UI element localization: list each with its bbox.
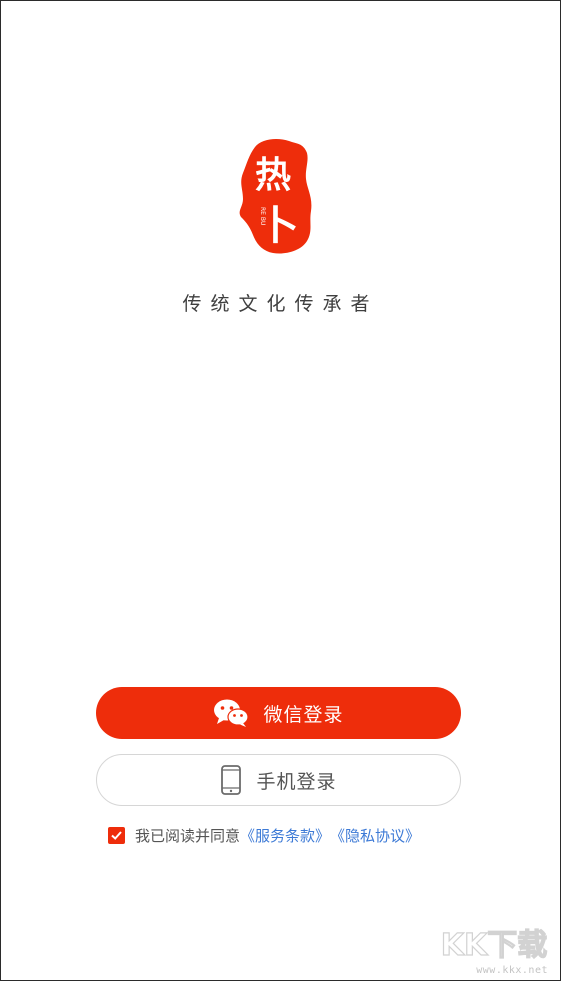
logo-char-top: 热 [255,154,291,196]
wechat-icon [213,698,250,728]
watermark-mark: KK下载 [441,928,548,962]
watermark-url: www.kkx.net [476,965,548,976]
privacy-link[interactable]: 《隐私协议》 [330,825,420,846]
agreement-text: 我已阅读并同意 [135,827,241,845]
phone-login-label: 手机登录 [256,770,337,793]
wechat-login-label: 微信登录 [263,703,344,726]
seal-logo-graphic: 热 卜 RE BU [239,139,312,254]
agreement-checkbox[interactable] [108,827,125,844]
watermark-logo: KK下载 [440,927,548,962]
wechat-login-button[interactable]: 微信登录 [96,687,461,739]
watermark: KK下载 www.kkx.net [437,924,552,976]
agreement-row: 我已阅读并同意 《服务条款》 《隐私协议》 [108,825,420,846]
smartphone-icon [220,765,242,795]
phone-login-button[interactable]: 手机登录 [96,754,461,806]
logo-side-text: RE BU [259,207,266,225]
login-screen: 热 卜 RE BU 传统文化传承者 微信登录 手机登录 我已阅读并同意 《服务条… [0,0,561,981]
tagline: 传统文化传承者 [182,293,379,315]
terms-link[interactable]: 《服务条款》 [240,825,330,846]
app-logo: 热 卜 RE BU [233,135,317,257]
checkmark-icon [111,831,122,840]
